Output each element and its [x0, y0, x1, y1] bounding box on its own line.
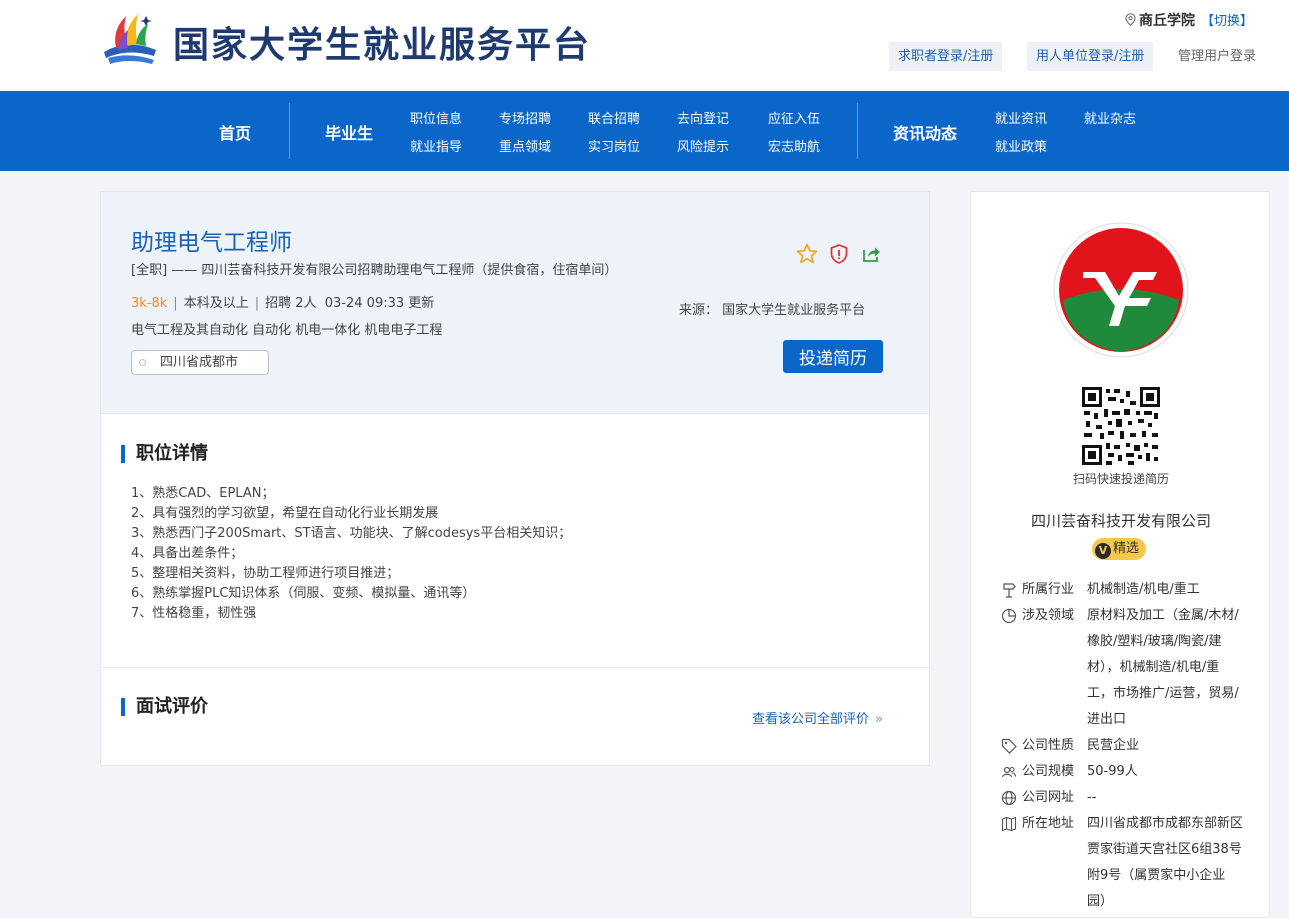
nav-home[interactable]: 首页: [219, 120, 251, 144]
nav-destination-register[interactable]: 去向登记: [677, 108, 729, 127]
info-label: 所在地址: [1022, 816, 1075, 831]
main-nav: 首页 毕业生 职位信息 专场招聘 联合招聘 去向登记 应征入伍 就业指导 重点领…: [0, 91, 1289, 171]
nav-internship[interactable]: 实习岗位: [588, 136, 640, 155]
info-value: 机械制造/机电/重工: [1087, 582, 1200, 597]
info-value: 民营企业: [1087, 738, 1140, 753]
list-item: 2、具有强烈的学习欲望，希望在自动化行业长期发展: [131, 506, 439, 521]
job-education: 本科及以上: [183, 296, 249, 311]
job-majors: 电气工程及其自动化 自动化 机电一体化 机电电子工程: [131, 323, 443, 338]
nav-graduates[interactable]: 毕业生: [325, 120, 373, 144]
signpost-icon: [1003, 583, 1016, 598]
qr-caption: 扫码快速投递简历: [1072, 472, 1169, 486]
qr-code-icon: [1082, 387, 1160, 465]
info-value: 四川省成都市成都东部新区贾家街道天宫社区6组38号附9号（属贾家中小企业园）: [1087, 816, 1244, 909]
nav-divider: [857, 103, 858, 159]
job-header: 助理电气工程师 [全职] —— 四川芸奋科技开发有限公司招聘助理电气工程师（提供…: [101, 192, 929, 414]
list-item: 1、熟悉CAD、EPLAN；: [131, 486, 275, 501]
share-icon[interactable]: [859, 242, 883, 266]
badge-label: 精选: [1113, 541, 1140, 556]
nav-employment-magazine[interactable]: 就业杂志: [1084, 108, 1136, 127]
location-selector: 商丘学院 【切换】: [1125, 10, 1253, 30]
job-salary: 3k-8k: [131, 296, 168, 311]
company-name[interactable]: 四川芸奋科技开发有限公司: [971, 510, 1271, 531]
info-label: 所属行业: [1022, 582, 1075, 597]
company-card: 扫码快速投递简历 四川芸奋科技开发有限公司 V 精选 所属行业 机械制造/机电/重…: [970, 191, 1270, 918]
job-updated: 03-24 09:33 更新: [324, 296, 435, 311]
info-label: 公司规模: [1022, 764, 1075, 779]
job-headcount: 招聘 2人: [265, 296, 317, 311]
nav-career-guide[interactable]: 就业指导: [410, 136, 462, 155]
site-header: 国家大学生就业服务平台 商丘学院 【切换】 求职者登录/注册 用人单位登录/注册 …: [0, 0, 1289, 91]
job-actions: [795, 242, 883, 266]
featured-badge: V 精选: [1092, 538, 1147, 560]
apply-resume-button[interactable]: 投递简历: [783, 340, 883, 373]
interview-review-title: 面试评价: [121, 698, 208, 716]
job-location: 四川省成都市: [160, 355, 239, 370]
job-card: 助理电气工程师 [全职] —— 四川芸奋科技开发有限公司招聘助理电气工程师（提供…: [100, 191, 930, 766]
job-meta: 3k-8k | 本科及以上 | 招聘 2人 03-24 09:33 更新: [131, 296, 435, 311]
location-name: 商丘学院: [1139, 13, 1195, 29]
switch-location-link[interactable]: 【切换】: [1201, 14, 1253, 29]
nav-risk-alert[interactable]: 风险提示: [677, 136, 729, 155]
admin-login-link[interactable]: 管理用户登录: [1178, 42, 1256, 71]
list-item: 3、熟悉西门子200Smart、ST语言、功能块、了解codesys平台相关知识…: [131, 526, 572, 541]
nav-hongzhi[interactable]: 宏志助航: [768, 136, 820, 155]
nav-job-info[interactable]: 职位信息: [410, 108, 462, 127]
job-subtitle: [全职] —— 四川芸奋科技开发有限公司招聘助理电气工程师（提供食宿，住宿单间）: [131, 263, 618, 278]
info-label: 公司网址: [1022, 790, 1075, 805]
nav-key-fields[interactable]: 重点领域: [499, 136, 551, 155]
job-detail-list: 1、熟悉CAD、EPLAN； 2、具有强烈的学习欲望，希望在自动化行业长期发展 …: [131, 484, 571, 624]
info-value: 原材料及加工（金属/木材/橡胶/塑料/玻璃/陶瓷/建材），机械制造/机电/重工，…: [1087, 608, 1239, 727]
info-label: 涉及领域: [1022, 608, 1075, 623]
list-item: 6、熟练掌握PLC知识体系（伺服、变频、模拟量、通讯等）: [131, 586, 476, 601]
report-shield-icon[interactable]: [827, 242, 851, 266]
favorite-star-icon[interactable]: [795, 242, 819, 266]
site-title[interactable]: 国家大学生就业服务平台: [173, 16, 591, 68]
section-divider: [101, 667, 929, 668]
v-badge-icon: V: [1095, 543, 1111, 559]
nav-employment-news[interactable]: 就业资讯: [995, 108, 1047, 127]
map-pin-icon: [1125, 13, 1136, 26]
tag-icon: [1001, 738, 1017, 754]
company-logo-icon[interactable]: [1053, 222, 1189, 358]
job-source: 来源： 国家大学生就业服务平台: [679, 303, 866, 318]
double-chevron-right-icon: »: [875, 712, 883, 727]
tag-icon: [139, 359, 146, 366]
info-value: --: [1087, 790, 1097, 805]
job-detail-title: 职位详情: [121, 445, 208, 463]
globe-icon: [1001, 790, 1017, 806]
nav-news[interactable]: 资讯动态: [893, 120, 957, 144]
info-label: 公司性质: [1022, 738, 1075, 753]
nav-employment-policy[interactable]: 就业政策: [995, 136, 1047, 155]
job-location-tag: 四川省成都市: [131, 350, 269, 375]
nav-special-recruit[interactable]: 专场招聘: [499, 108, 551, 127]
all-reviews-label: 查看该公司全部评价: [752, 712, 870, 727]
info-value: 50-99人: [1087, 764, 1138, 779]
list-item: 4、具备出差条件；: [131, 546, 244, 561]
employer-login-button[interactable]: 用人单位登录/注册: [1027, 42, 1154, 71]
platform-logo-icon[interactable]: [98, 8, 160, 66]
map-icon: [1001, 816, 1017, 832]
nav-joint-recruit[interactable]: 联合招聘: [588, 108, 640, 127]
nav-enlist[interactable]: 应征入伍: [768, 108, 820, 127]
all-reviews-link[interactable]: 查看该公司全部评价 »: [752, 708, 883, 727]
pie-chart-icon: [1001, 608, 1017, 624]
list-item: 7、性格稳重，韧性强: [131, 606, 257, 621]
users-icon: [1001, 766, 1017, 778]
list-item: 5、整理相关资料，协助工程师进行项目推进；: [131, 566, 400, 581]
nav-divider: [289, 103, 290, 159]
jobseeker-login-button[interactable]: 求职者登录/注册: [889, 42, 1003, 71]
job-title: 助理电气工程师: [131, 230, 292, 256]
